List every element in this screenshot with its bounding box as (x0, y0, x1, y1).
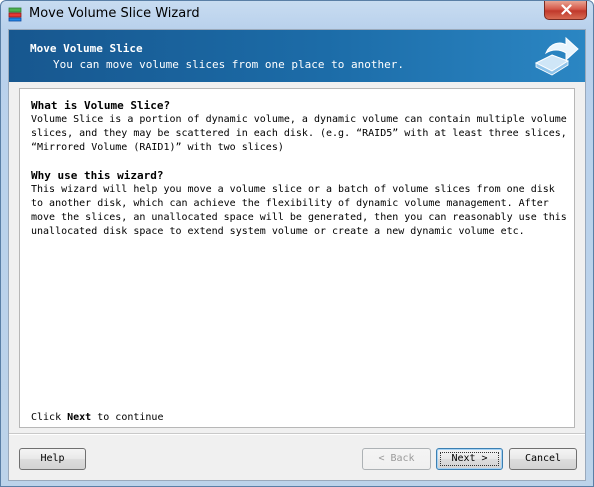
app-icon (8, 7, 22, 22)
arrow-move-icon (534, 36, 579, 76)
window-title: Move Volume Slice Wizard (29, 6, 200, 21)
help-button[interactable]: Help (19, 448, 86, 470)
next-button[interactable]: Next > (436, 448, 503, 470)
footer-divider (9, 433, 585, 435)
back-button[interactable]: < Back (362, 448, 431, 470)
why-use-heading: Why use this wizard? (31, 169, 164, 182)
header-banner: Move Volume Slice You can move volume sl… (9, 30, 585, 82)
continue-next-word: Next (67, 412, 92, 423)
wizard-client-area: Move Volume Slice You can move volume sl… (8, 29, 586, 481)
close-button[interactable] (544, 1, 587, 20)
cancel-button[interactable]: Cancel (509, 448, 577, 470)
what-is-body: Volume Slice is a portion of dynamic vol… (31, 114, 567, 153)
title-bar[interactable]: Move Volume Slice Wizard (1, 1, 593, 28)
wizard-window: Move Volume Slice Wizard Move Volume Sli… (0, 0, 594, 487)
content-panel: What is Volume Slice? Volume Slice is a … (19, 88, 575, 428)
header-subtitle: You can move volume slices from one plac… (53, 58, 404, 71)
header-title: Move Volume Slice (30, 42, 143, 55)
continue-instruction: Click Next to continue (31, 412, 163, 423)
continue-suffix: to continue (91, 412, 164, 423)
continue-prefix: Click (31, 412, 68, 423)
why-use-body: This wizard will help you move a volume … (31, 184, 567, 237)
close-icon (561, 4, 572, 15)
what-is-heading: What is Volume Slice? (31, 99, 171, 112)
next-button-label: Next > (451, 453, 488, 464)
